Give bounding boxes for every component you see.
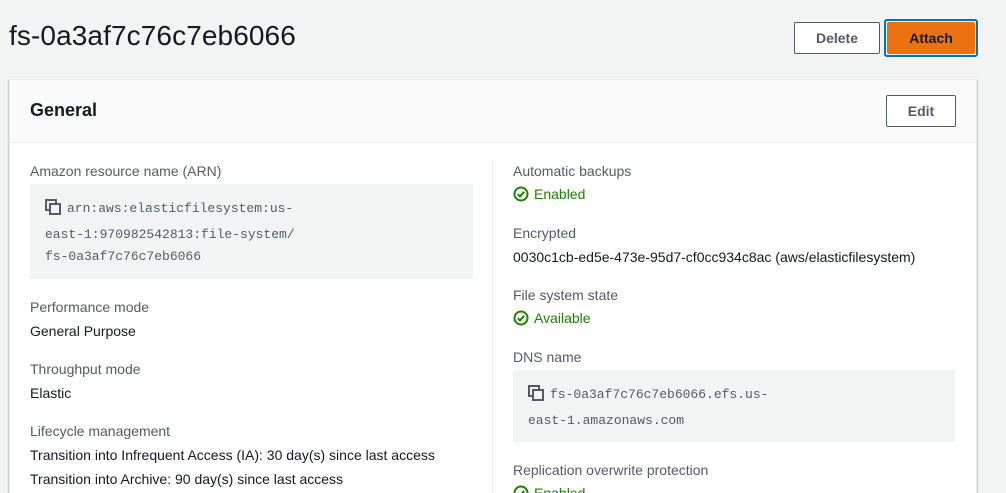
column-divider — [492, 160, 493, 493]
dns-name-label: DNS name — [513, 349, 582, 365]
encrypted-label: Encrypted — [513, 225, 577, 241]
page-title: fs-0a3af7c76c7eb6066 — [9, 20, 296, 51]
general-panel-header: General Edit — [10, 80, 976, 143]
fs-state-value: Available — [534, 310, 591, 326]
throughput-mode-label: Throughput mode — [30, 361, 141, 377]
fs-state-status: Available — [513, 310, 591, 326]
automatic-backups-label: Automatic backups — [513, 163, 632, 179]
replication-label: Replication overwrite protection — [513, 462, 709, 478]
arn-text-2: east-1:970982542813:file-system/ — [45, 226, 295, 242]
arn-line-1: arn:aws:elasticfilesystem:us- — [45, 198, 458, 224]
fs-state-label: File system state — [513, 287, 619, 303]
general-panel: General Edit Amazon resource name (ARN) … — [9, 79, 977, 493]
encrypted-value: 0030c1cb-ed5e-473e-95d7-cf0cc934c8ac (aw… — [513, 249, 916, 265]
general-panel-title: General — [30, 100, 98, 120]
arn-label: Amazon resource name (ARN) — [30, 163, 222, 179]
automatic-backups-status: Enabled — [513, 186, 585, 202]
status-positive-icon — [513, 186, 529, 202]
copy-icon[interactable] — [45, 199, 61, 224]
status-positive-icon — [513, 485, 529, 493]
dns-text-2: east-1.amazonaws.com — [528, 412, 685, 428]
lifecycle-archive-value: Transition into Archive: 90 day(s) since… — [30, 471, 344, 487]
throughput-mode-value: Elastic — [30, 385, 72, 401]
dns-box: fs-0a3af7c76c7eb6066.efs.us- east-1.amaz… — [513, 370, 955, 442]
lifecycle-ia-value: Transition into Infrequent Access (IA): … — [30, 447, 435, 463]
performance-mode-value: General Purpose — [30, 323, 136, 339]
arn-text-1: arn:aws:elasticfilesystem:us- — [67, 201, 294, 216]
lifecycle-label: Lifecycle management — [30, 423, 171, 439]
replication-value: Enabled — [534, 485, 586, 493]
attach-button[interactable]: Attach — [887, 22, 975, 54]
copy-icon[interactable] — [528, 385, 544, 410]
arn-box: arn:aws:elasticfilesystem:us- east-1:970… — [30, 184, 473, 279]
edit-button[interactable]: Edit — [886, 95, 956, 127]
dns-line-1: fs-0a3af7c76c7eb6066.efs.us- — [528, 384, 940, 410]
dns-text-1: fs-0a3af7c76c7eb6066.efs.us- — [550, 387, 769, 402]
status-positive-icon — [513, 310, 529, 326]
automatic-backups-value: Enabled — [534, 186, 586, 202]
delete-button[interactable]: Delete — [794, 22, 880, 54]
performance-mode-label: Performance mode — [30, 299, 150, 315]
replication-status: Enabled — [513, 485, 585, 493]
arn-text-3: fs-0a3af7c76c7eb6066 — [45, 249, 202, 264]
